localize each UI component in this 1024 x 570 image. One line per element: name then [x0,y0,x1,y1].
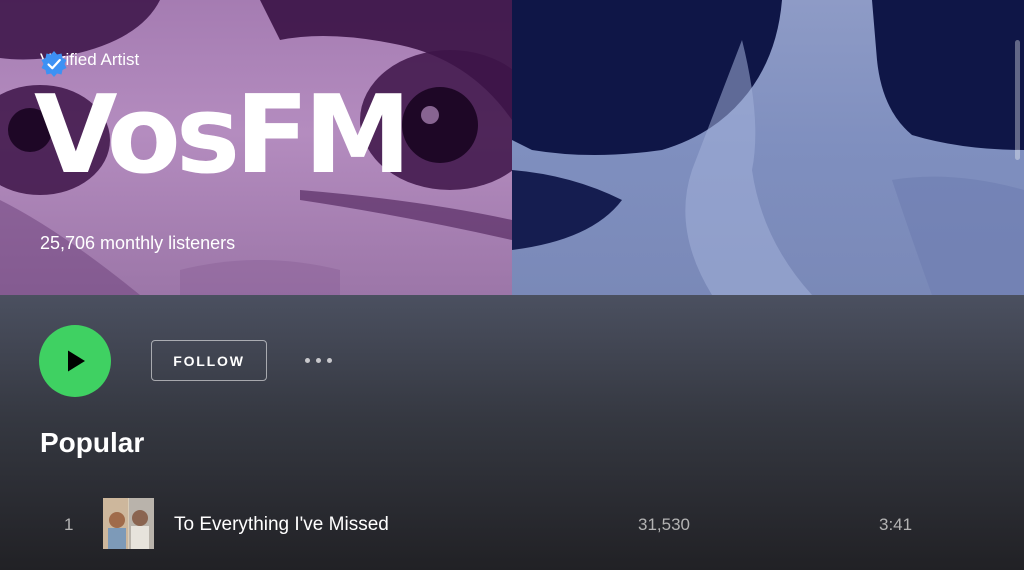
verified-artist-badge: Verified Artist [40,50,139,77]
play-button[interactable] [39,325,111,397]
more-options-icon[interactable] [298,347,338,373]
artist-header: Verified Artist VosFM 25,706 monthly lis… [0,0,1024,295]
scrollbar-thumb[interactable] [1015,40,1020,160]
track-album-art [103,498,154,549]
more-dot [304,357,310,363]
follow-button[interactable]: FOLLOW [151,340,267,381]
track-row[interactable]: 1 To Everything I've Missed 31,530 3:41 [0,493,1024,557]
more-dot [326,357,332,363]
header-image-right [512,0,1024,295]
track-play-count: 31,530 [638,515,690,534]
more-dot [315,357,321,363]
track-number: 1 [64,515,74,534]
track-duration: 3:41 [879,515,913,534]
track-title: To Everything I've Missed [174,514,389,535]
artist-content: FOLLOW Popular 1 To Everything I've Miss… [0,295,1024,570]
album-art-image [103,498,154,549]
eyes-artwork-right [512,0,1024,295]
play-icon [68,350,85,372]
popular-section-title: Popular [40,427,145,458]
artist-name: VosFM [34,73,411,198]
monthly-listeners: 25,706 monthly listeners [40,233,236,253]
